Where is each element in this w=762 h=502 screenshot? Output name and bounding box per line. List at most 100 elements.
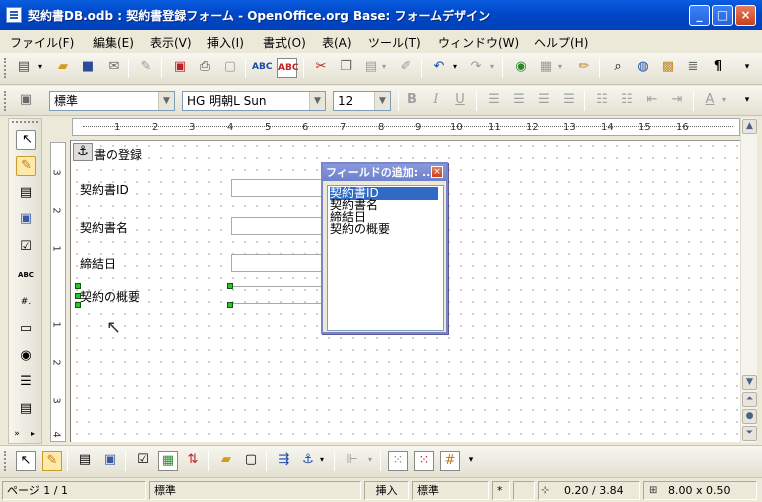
- undo-dropdown-icon[interactable]: ▾: [451, 58, 459, 76]
- label-contract-id[interactable]: 契約書ID: [80, 181, 129, 198]
- menu-window[interactable]: ウィンドウ(W): [438, 34, 519, 51]
- autospellcheck-icon[interactable]: ABC: [277, 58, 298, 78]
- chevron-down-icon[interactable]: ▼: [158, 92, 174, 110]
- design-mode-icon[interactable]: ✎: [42, 451, 62, 471]
- maximize-button[interactable]: □: [712, 5, 733, 26]
- styles-formatting-icon[interactable]: ▣: [16, 91, 36, 109]
- control-properties-icon[interactable]: ▤: [16, 184, 36, 202]
- copy-icon[interactable]: ❐: [336, 58, 356, 76]
- insert-mode-indicator[interactable]: 挿入: [364, 481, 409, 500]
- print-icon[interactable]: ⎙: [195, 58, 215, 76]
- table-dropdown-icon[interactable]: ▾: [556, 58, 564, 76]
- toolbar-grip[interactable]: [4, 451, 7, 471]
- cut-icon[interactable]: ✂: [311, 58, 331, 76]
- toolbar-grip[interactable]: [12, 121, 38, 123]
- control-properties-icon[interactable]: ▤: [75, 451, 95, 469]
- email-icon[interactable]: ✉: [104, 58, 124, 76]
- menu-format[interactable]: 書式(O): [263, 34, 306, 51]
- table-icon[interactable]: ▦: [536, 58, 556, 76]
- formatted-field-icon[interactable]: #.: [16, 293, 36, 311]
- align-center-icon[interactable]: ☰: [509, 91, 529, 109]
- toolbar-overflow-icon[interactable]: ▾: [740, 91, 754, 109]
- selection-mode-indicator[interactable]: 標準: [412, 481, 489, 500]
- listbox-icon[interactable]: ☰: [16, 373, 36, 391]
- undo-icon[interactable]: ↶: [429, 58, 449, 76]
- italic-button[interactable]: I: [426, 91, 446, 109]
- font-color-icon[interactable]: A: [700, 91, 720, 109]
- formatting-marks-icon[interactable]: ¶: [708, 58, 728, 76]
- label-contract-name[interactable]: 契約書名: [80, 219, 128, 236]
- redo-icon[interactable]: ↷: [466, 58, 486, 76]
- navigator-compass-icon[interactable]: ◍: [633, 58, 653, 76]
- position-size-icon[interactable]: ⇶: [274, 451, 294, 469]
- contract-id-field[interactable]: [231, 179, 323, 197]
- field-list[interactable]: 契約書ID 契約書名 締結日 契約の概要: [327, 185, 444, 331]
- toolbar-overflow-icon[interactable]: ▾: [466, 451, 476, 469]
- alignment-icon[interactable]: ⊩: [342, 451, 362, 469]
- chevron-down-icon[interactable]: ▼: [374, 92, 390, 110]
- minimize-button[interactable]: _: [689, 5, 710, 26]
- form-properties-icon[interactable]: ▣: [100, 451, 120, 469]
- toolbar-overflow-icon[interactable]: ▾: [740, 58, 754, 76]
- open-folder-icon[interactable]: ▰: [53, 58, 73, 76]
- edit-file-icon[interactable]: ✎: [136, 58, 156, 76]
- menu-view[interactable]: 表示(V): [150, 34, 192, 51]
- select-arrow-icon[interactable]: ↖: [16, 130, 36, 150]
- next-page-icon[interactable]: ⏷: [742, 426, 757, 441]
- toolbar-grip[interactable]: [4, 58, 7, 78]
- bold-button[interactable]: B: [402, 91, 422, 109]
- menu-file[interactable]: ファイル(F): [10, 34, 74, 51]
- numbering-icon[interactable]: ☷: [592, 91, 612, 109]
- menu-insert[interactable]: 挿入(I): [207, 34, 244, 51]
- save-icon[interactable]: ■: [78, 58, 98, 76]
- navigation-icon[interactable]: ●: [742, 409, 757, 424]
- gallery-icon[interactable]: ▩: [658, 58, 678, 76]
- selection-handle[interactable]: [75, 293, 81, 299]
- new-document-icon[interactable]: ▤: [14, 58, 34, 76]
- find-replace-icon[interactable]: ⌕: [608, 58, 628, 76]
- checkbox-icon[interactable]: ☑: [16, 238, 36, 256]
- increase-indent-icon[interactable]: ⇥: [667, 91, 687, 109]
- open-design-mode-icon[interactable]: ▰: [216, 451, 236, 469]
- menu-tools[interactable]: ツール(T): [368, 34, 421, 51]
- activation-order-icon[interactable]: ⇅: [183, 451, 203, 469]
- decrease-indent-icon[interactable]: ⇤: [642, 91, 662, 109]
- align-right-icon[interactable]: ☰: [534, 91, 554, 109]
- push-button-icon[interactable]: ▭: [16, 320, 36, 338]
- add-field-dialog[interactable]: フィールドの追加: ... × 契約書ID 契約書名 締結日 契約の概要: [321, 162, 448, 334]
- selection-handle[interactable]: [75, 302, 81, 308]
- justify-icon[interactable]: ☰: [559, 91, 579, 109]
- select-arrow-icon[interactable]: ↖: [16, 451, 36, 471]
- signed-date-field[interactable]: [231, 254, 323, 272]
- redo-dropdown-icon[interactable]: ▾: [488, 58, 496, 76]
- selection-handle[interactable]: [75, 283, 81, 289]
- spellcheck-icon[interactable]: ABC: [252, 58, 272, 76]
- vertical-scrollbar[interactable]: ▲ ▼ ⏶ ● ⏷: [740, 118, 757, 443]
- selection-handle[interactable]: [227, 283, 233, 289]
- scroll-down-icon[interactable]: ▼: [742, 375, 757, 390]
- close-button[interactable]: ×: [735, 5, 756, 26]
- paragraph-style-combo[interactable]: 標準 ▼: [49, 91, 175, 111]
- show-draw-functions-icon[interactable]: ✏: [574, 58, 594, 76]
- horizontal-ruler[interactable]: 1 2 3 4 5 6 7 8 9 10 11 12 13 14 15 16: [72, 118, 740, 136]
- new-dropdown-icon[interactable]: ▾: [36, 58, 44, 76]
- page-indicator[interactable]: ページ 1 / 1: [2, 481, 146, 500]
- automatic-control-focus-icon[interactable]: ▢: [241, 451, 261, 469]
- print-preview-icon[interactable]: ▢: [220, 58, 240, 76]
- menu-edit[interactable]: 編集(E): [93, 34, 134, 51]
- summary-field[interactable]: [231, 286, 323, 304]
- bullets-icon[interactable]: ☷: [617, 91, 637, 109]
- clone-format-icon[interactable]: ✐: [396, 58, 416, 76]
- vertical-ruler[interactable]: 3 2 1 1 2 3 4: [50, 142, 66, 442]
- field-item-summary[interactable]: 契約の概要: [330, 223, 392, 236]
- font-size-combo[interactable]: 12 ▼: [333, 91, 391, 111]
- previous-page-icon[interactable]: ⏶: [742, 392, 757, 407]
- align-left-icon[interactable]: ☰: [484, 91, 504, 109]
- export-pdf-icon[interactable]: ▣: [170, 58, 190, 76]
- scroll-right-icon[interactable]: ▸: [27, 425, 39, 443]
- paste-dropdown-icon[interactable]: ▾: [380, 58, 388, 76]
- anchor-icon[interactable]: ⚓: [73, 143, 93, 161]
- option-button-icon[interactable]: ◉: [16, 347, 36, 365]
- data-sources-icon[interactable]: ≣: [683, 58, 703, 76]
- alignment-dropdown-icon[interactable]: ▾: [366, 451, 374, 469]
